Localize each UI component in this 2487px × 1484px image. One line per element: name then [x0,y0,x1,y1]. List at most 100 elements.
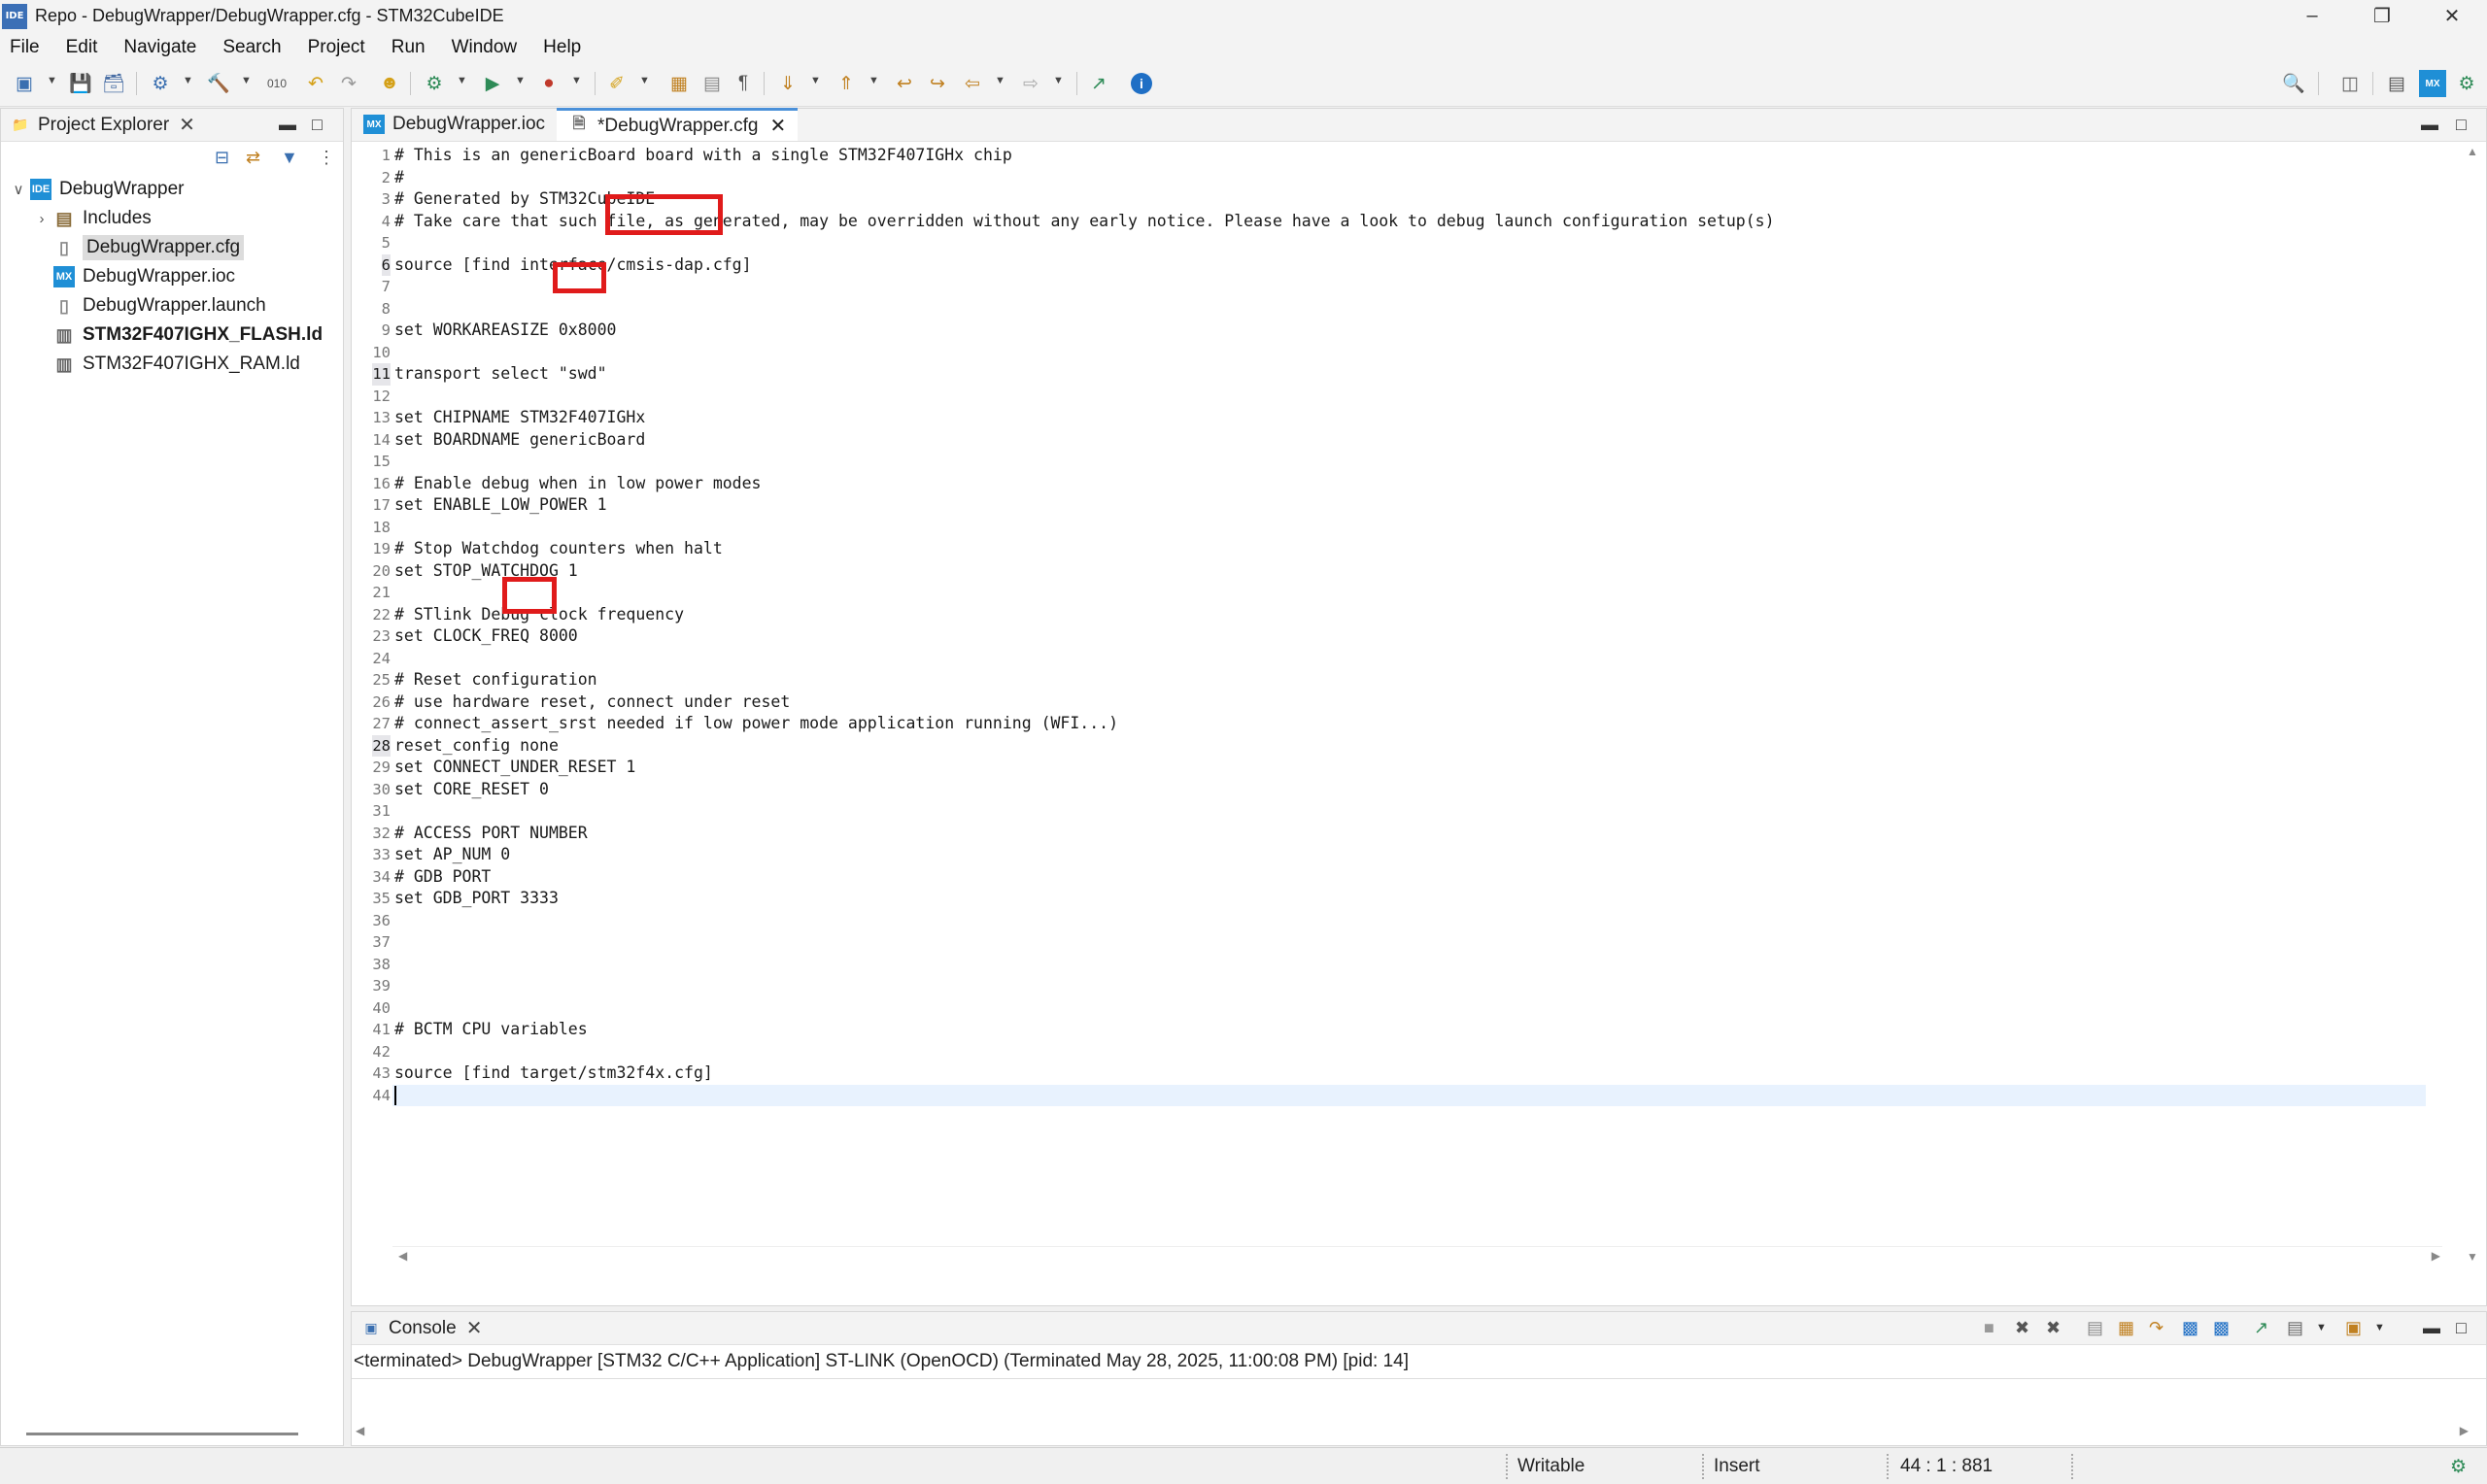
run-dropdown-icon[interactable]: ▼ [515,75,526,86]
close-window-button[interactable]: ✕ [2417,0,2487,32]
menu-search[interactable]: Search [222,37,281,58]
save-all-icon[interactable]: 🗃 [101,71,126,96]
back-dropdown-icon[interactable]: ▼ [995,75,1005,86]
heap-status-icon[interactable]: ⚙ [2450,1456,2467,1478]
display-console-icon[interactable]: ▤ [2287,1318,2303,1338]
project-explorer-tab[interactable]: 📁 Project Explorer ✕ [1,109,205,142]
external-tools-icon[interactable]: ● [536,71,562,96]
view-menu-icon[interactable]: ⋮ [318,148,335,168]
run-icon[interactable]: ▶ [480,71,505,96]
display-console-dropdown-icon[interactable]: ▼ [2316,1322,2327,1333]
minimize-button[interactable]: – [2277,0,2347,32]
scroll-right-icon[interactable]: ▶ [2460,1424,2469,1437]
menu-project[interactable]: Project [308,37,365,58]
block-select-icon[interactable]: ▤ [699,71,725,96]
code-line[interactable]: # ACCESS PORT NUMBER [394,823,588,845]
horizontal-scrollbar[interactable] [26,1433,298,1435]
chevron-down-icon[interactable]: ∨ [7,181,30,198]
search-icon[interactable]: 🔍 [2281,71,2306,96]
show-whitespace-icon[interactable]: ¶ [731,71,756,96]
pin-console-icon[interactable]: ↗ [2254,1318,2268,1338]
code-line[interactable]: # GDB PORT [394,866,491,889]
word-wrap-icon[interactable]: ↷ [2149,1318,2163,1338]
menu-edit[interactable]: Edit [66,37,98,58]
forward-edit-icon[interactable]: ↪ [925,71,950,96]
pin-editor-icon[interactable]: ↗ [1086,71,1111,96]
binary-icon[interactable]: 010 [264,71,290,96]
code-line[interactable]: set BOARDNAME genericBoard [394,429,645,452]
prev-annotation-dropdown-icon[interactable]: ▼ [869,75,879,86]
forward-dropdown-icon[interactable]: ▼ [1053,75,1064,86]
maximize-editor-icon[interactable]: □ [2456,115,2467,135]
code-line[interactable]: # use hardware reset, connect under rese… [394,691,790,714]
next-annotation-dropdown-icon[interactable]: ▼ [810,75,821,86]
open-perspective-icon[interactable]: ◫ [2337,71,2363,96]
scroll-left-icon[interactable]: ◀ [398,1249,407,1263]
last-edit-icon[interactable]: ↩ [892,71,917,96]
chevron-right-icon[interactable]: › [30,211,53,227]
filter-icon[interactable]: ▼ [281,148,298,168]
code-line[interactable]: set CLOCK_FREQ 8000 [394,625,578,648]
minimize-editor-icon[interactable]: ▬ [2421,115,2438,135]
minimize-panel-icon[interactable]: ▬ [279,115,296,135]
editor-horizontal-scrollbar[interactable]: ◀ ▶ [392,1246,2442,1269]
console-tab[interactable]: ▣ Console ✕ [352,1312,492,1345]
save-icon[interactable]: 💾 [68,71,93,96]
open-console-icon[interactable]: ▣ [2345,1318,2362,1338]
code-line[interactable]: # Reset configuration [394,669,597,691]
code-line[interactable]: set WORKAREASIZE 0x8000 [394,320,616,342]
tab-debugwrapper-ioc[interactable]: MX DebugWrapper.ioc [352,108,557,141]
tab-debugwrapper-cfg[interactable]: 🗎 *DebugWrapper.cfg ✕ [557,108,799,141]
open-type-dropdown-icon[interactable]: ▼ [639,75,650,86]
mx-perspective-icon[interactable]: MX [2419,70,2446,97]
code-editor[interactable]: 1 2 3 4 5 6 7 8 9 10 11 12 13 14 15 16 17 18 19 20 21 22 23 24 2… [352,143,2486,1269]
redo-icon[interactable]: ↷ [336,71,361,96]
code-line[interactable]: set ENABLE_LOW_POWER 1 [394,494,607,517]
console-output[interactable] [352,1378,2486,1423]
close-icon[interactable]: ✕ [466,1316,483,1340]
device-config-icon[interactable]: ⚙ [148,71,173,96]
debug-icon[interactable]: ⚙ [422,71,447,96]
tree-item[interactable]: ▯ DebugWrapper.cfg [30,233,245,262]
tree-item[interactable]: ▯ DebugWrapper.launch [30,291,266,320]
code-line[interactable]: source [find target/stm32f4x.cfg] [394,1062,713,1085]
maximize-console-icon[interactable]: □ [2456,1318,2467,1338]
code-line[interactable]: # [394,167,404,189]
code-line[interactable]: # Enable debug when in low power modes [394,473,762,495]
next-annotation-icon[interactable]: ⇓ [775,71,801,96]
build-dropdown-icon[interactable]: ▼ [241,75,252,86]
scroll-down-icon[interactable]: ▼ [2467,1250,2478,1264]
prev-annotation-icon[interactable]: ⇑ [834,71,859,96]
c-cpp-perspective-icon[interactable]: ▤ [2384,71,2409,96]
code-line[interactable]: # Take care that such file, as generated… [394,211,1775,233]
code-line[interactable]: # Stop Watchdog counters when halt [394,538,723,560]
link-with-editor-icon[interactable]: ⇄ [246,148,260,168]
maximize-panel-icon[interactable]: □ [312,115,323,135]
external-tools-dropdown-icon[interactable]: ▼ [571,75,582,86]
menu-file[interactable]: File [10,37,40,58]
tree-item[interactable]: ∨ IDE DebugWrapper [7,175,185,204]
code-line[interactable]: set CONNECT_UNDER_RESET 1 [394,757,635,779]
remove-launch-icon[interactable]: ✖ [2015,1318,2029,1338]
menu-help[interactable]: Help [543,37,581,58]
terminate-icon[interactable]: ■ [1984,1318,1994,1338]
code-line[interactable]: set CORE_RESET 0 [394,779,549,801]
close-icon[interactable]: ✕ [179,113,195,137]
open-console-dropdown-icon[interactable]: ▼ [2374,1322,2385,1333]
new-dropdown-icon[interactable]: ▼ [47,75,57,86]
debug-perspective-icon[interactable]: ⚙ [2454,71,2479,96]
scroll-left-icon[interactable]: ◀ [356,1424,364,1437]
menu-window[interactable]: Window [452,37,518,58]
code-line[interactable]: reset_config none [394,735,559,758]
forward-icon[interactable]: ⇨ [1018,71,1043,96]
collapse-all-icon[interactable]: ⊟ [215,148,229,168]
back-icon[interactable]: ⇦ [960,71,985,96]
code-line[interactable]: set GDB_PORT 3333 [394,888,559,910]
toggle-mark-icon[interactable]: ▦ [666,71,692,96]
scroll-lock-icon[interactable]: ▦ [2118,1318,2134,1338]
console-horizontal-scrollbar[interactable]: ◀ ▶ [352,1422,2486,1445]
menu-navigate[interactable]: Navigate [123,37,196,58]
scroll-up-icon[interactable]: ▲ [2467,145,2478,158]
code-line[interactable]: set AP_NUM 0 [394,844,510,866]
minimize-console-icon[interactable]: ▬ [2423,1318,2440,1338]
